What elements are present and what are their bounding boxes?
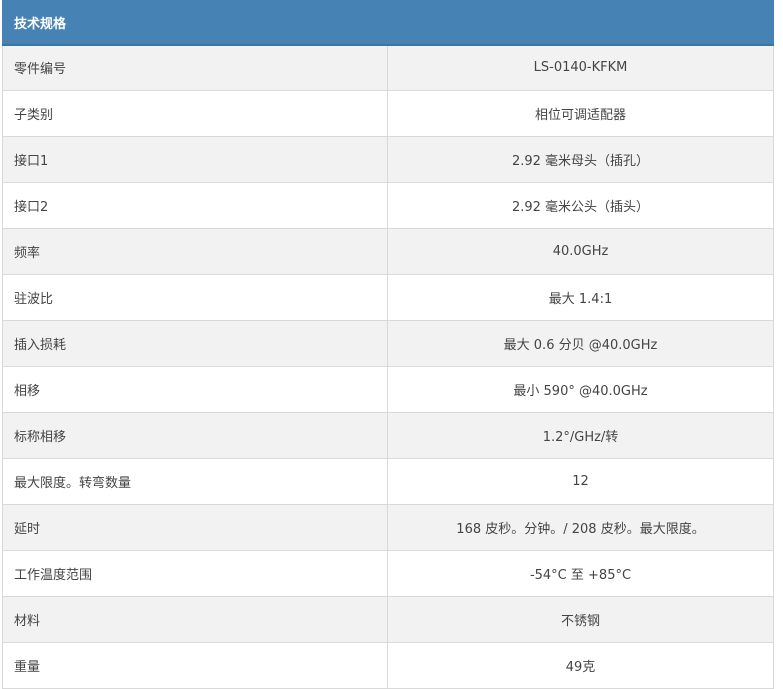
table-row: 相移 最小 590° @40.0GHz	[2, 366, 775, 413]
row-label: 子类别	[2, 90, 388, 137]
row-label: 标称相移	[2, 412, 388, 459]
table-row: 接口1 2.92 毫米母头（插孔）	[2, 136, 775, 183]
row-label: 延时	[2, 504, 388, 551]
row-value: 相位可调适配器	[386, 90, 775, 137]
table-row: 插入损耗 最大 0.6 分贝 @40.0GHz	[2, 320, 775, 367]
table-row: 标称相移 1.2°/GHz/转	[2, 412, 775, 459]
row-value: 49克	[386, 642, 775, 689]
row-value: 最小 590° @40.0GHz	[386, 366, 775, 413]
row-label: 插入损耗	[2, 320, 388, 367]
row-label: 零件编号	[2, 44, 388, 91]
row-label: 重量	[2, 642, 388, 689]
row-label: 相移	[2, 366, 388, 413]
row-label: 频率	[2, 228, 388, 275]
row-value: 最大 1.4:1	[386, 274, 775, 321]
spec-table: 技术规格 零件编号 LS-0140-KFKM 子类别 相位可调适配器 接口1 2…	[1, 0, 775, 689]
table-row: 零件编号 LS-0140-KFKM	[2, 44, 775, 91]
row-label: 最大限度。转弯数量	[2, 458, 388, 505]
row-value: 不锈钢	[386, 596, 775, 643]
spec-table-header: 技术规格	[1, 0, 775, 46]
row-value: 1.2°/GHz/转	[386, 412, 775, 459]
row-value: 最大 0.6 分贝 @40.0GHz	[386, 320, 775, 367]
table-row: 材料 不锈钢	[2, 596, 775, 643]
row-label: 材料	[2, 596, 388, 643]
table-row: 驻波比 最大 1.4:1	[2, 274, 775, 321]
row-value: 2.92 毫米母头（插孔）	[386, 136, 775, 183]
row-label: 工作温度范围	[2, 550, 388, 597]
table-row: 频率 40.0GHz	[2, 228, 775, 275]
row-value: -54°C 至 +85°C	[386, 550, 775, 597]
row-value: LS-0140-KFKM	[386, 44, 775, 91]
row-value: 12	[386, 458, 775, 505]
table-row: 重量 49克	[2, 642, 775, 689]
table-row: 最大限度。转弯数量 12	[2, 458, 775, 505]
table-row: 工作温度范围 -54°C 至 +85°C	[2, 550, 775, 597]
row-value: 2.92 毫米公头（插头）	[386, 182, 775, 229]
table-row: 延时 168 皮秒。分钟。/ 208 皮秒。最大限度。	[2, 504, 775, 551]
row-label: 接口1	[2, 136, 388, 183]
row-value: 40.0GHz	[386, 228, 775, 275]
table-row: 子类别 相位可调适配器	[2, 90, 775, 137]
spec-table-title: 技术规格	[1, 0, 775, 46]
row-value: 168 皮秒。分钟。/ 208 皮秒。最大限度。	[386, 504, 775, 551]
table-row: 接口2 2.92 毫米公头（插头）	[2, 182, 775, 229]
row-label: 接口2	[2, 182, 388, 229]
row-label: 驻波比	[2, 274, 388, 321]
